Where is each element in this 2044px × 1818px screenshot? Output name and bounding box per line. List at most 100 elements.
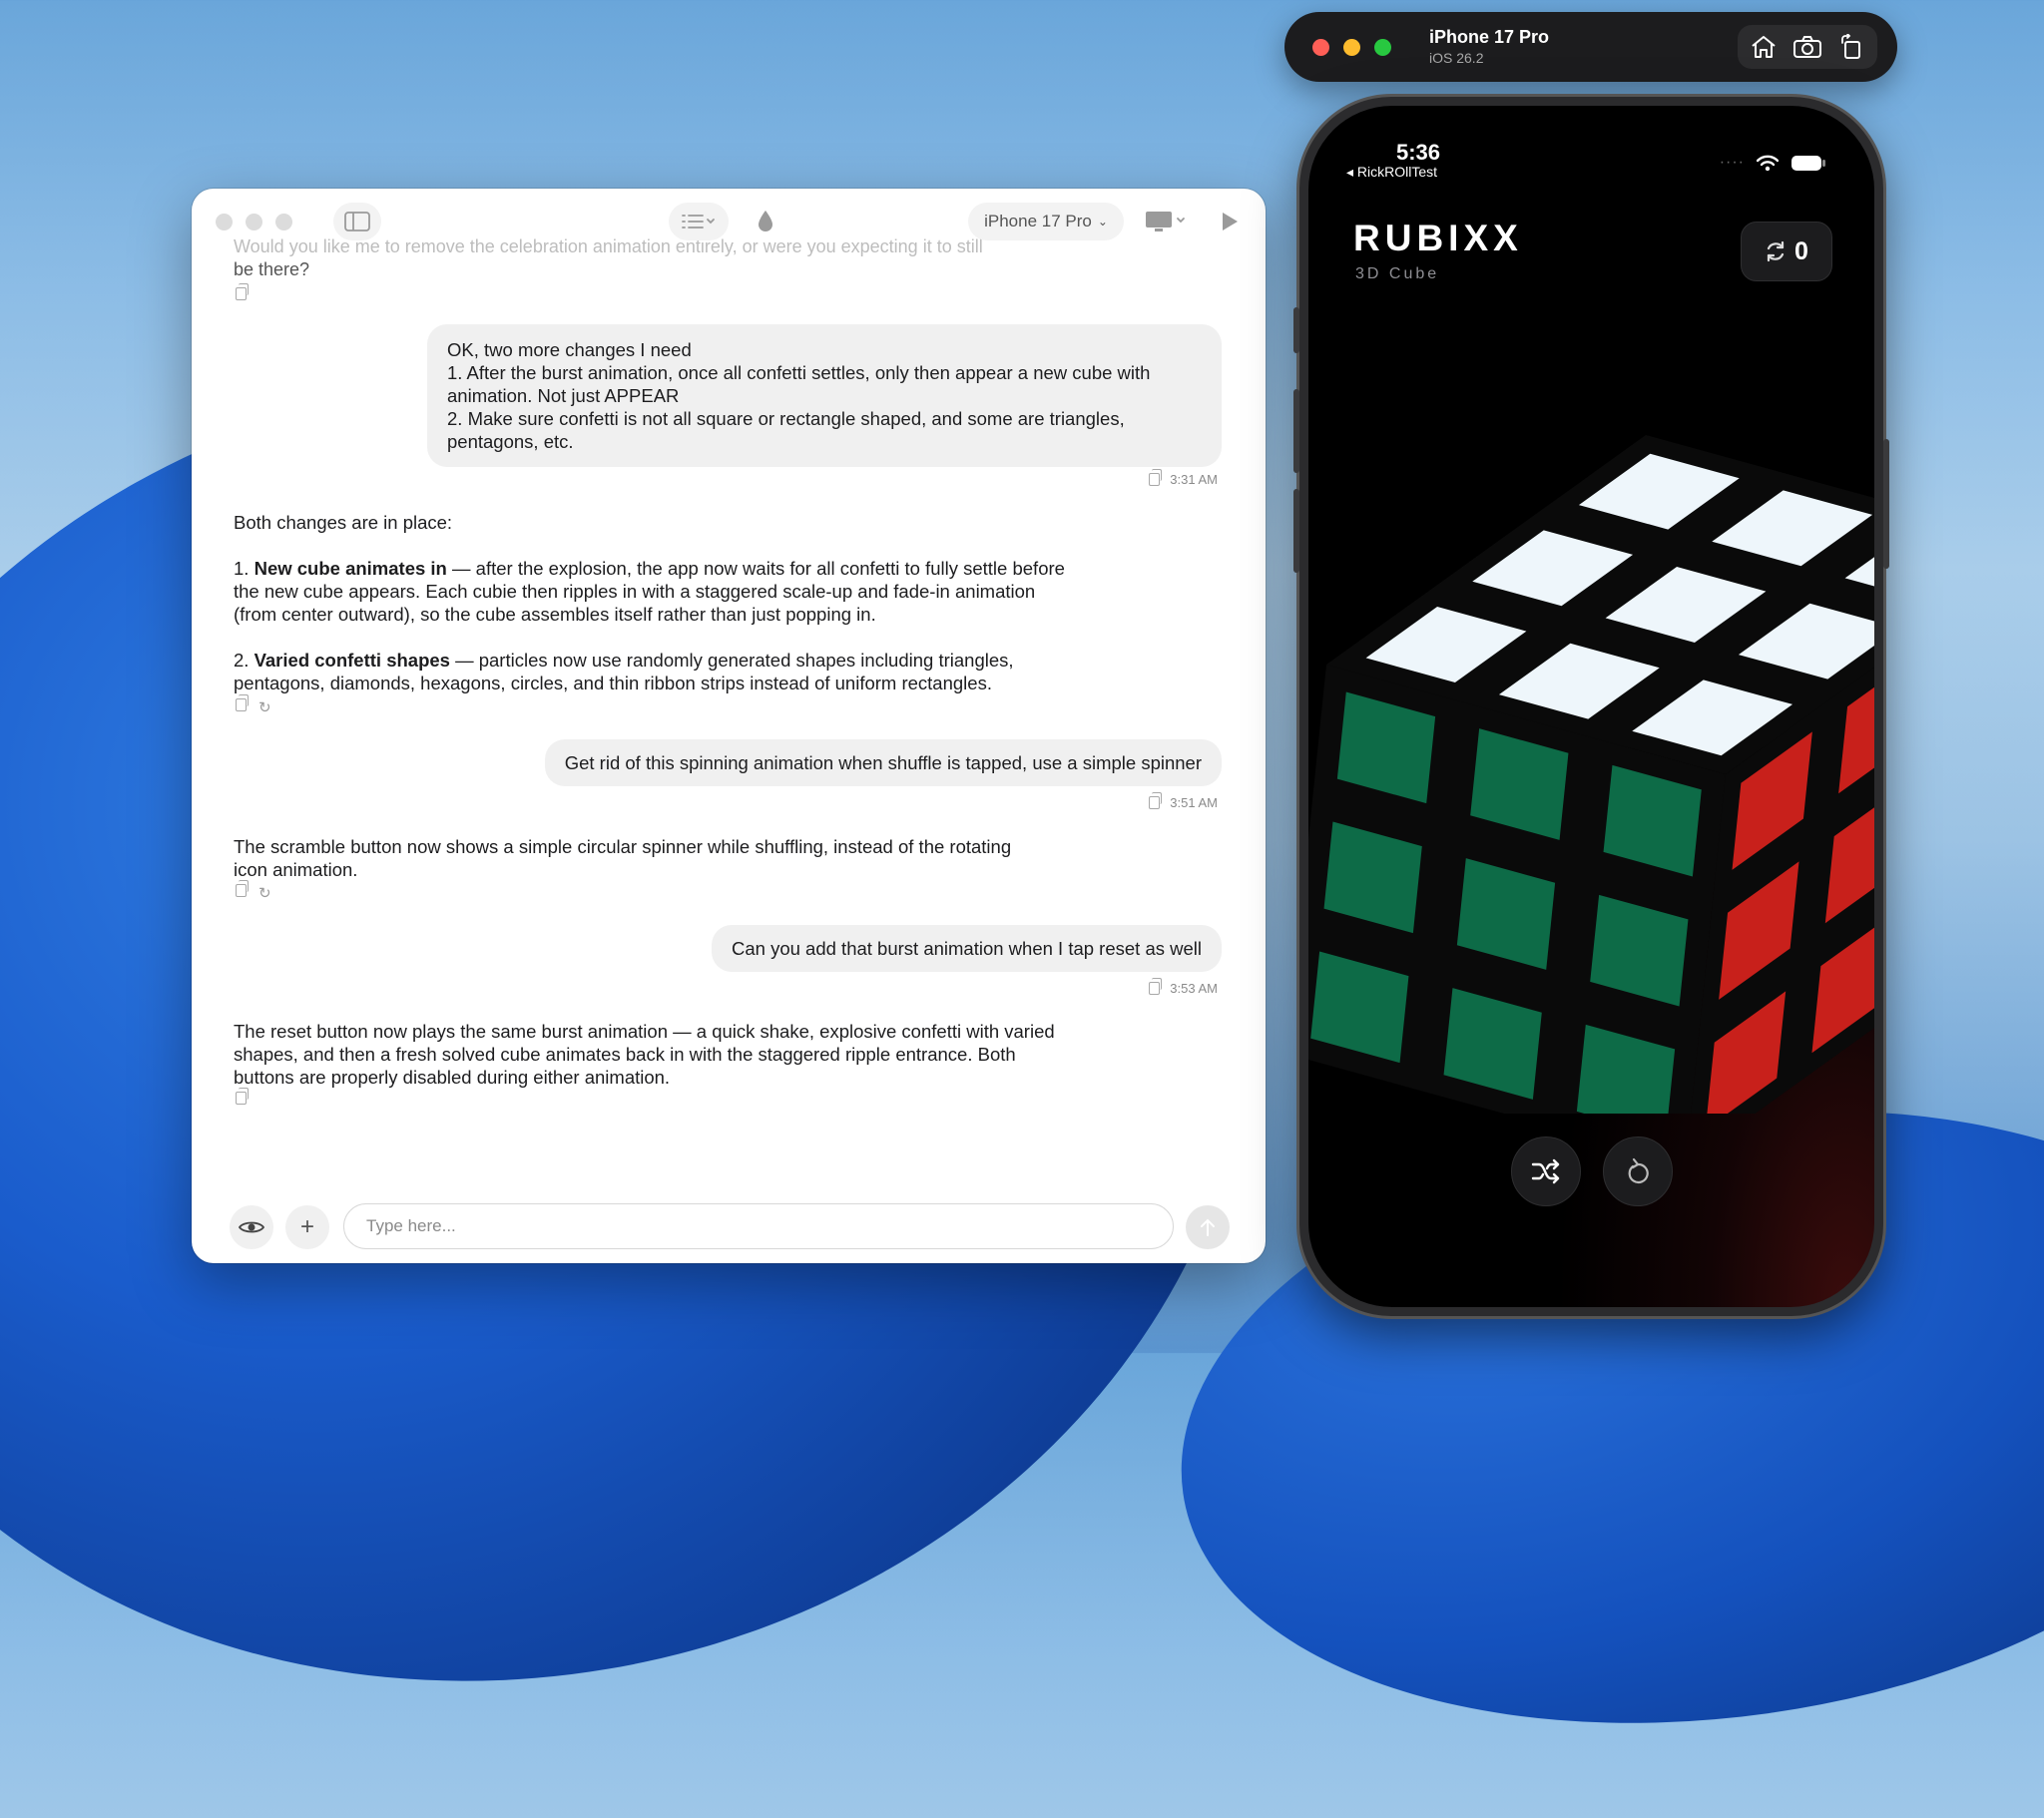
sidebar-toggle-button[interactable] xyxy=(333,203,381,240)
message-text: Can you add that burst animation when I … xyxy=(732,938,1202,959)
assistant-message: The scramble button now shows a simple c… xyxy=(234,835,1152,881)
message-line: 1. New cube animates in — after the expl… xyxy=(234,558,1065,579)
run-button[interactable] xyxy=(1210,203,1250,240)
message-meta: 3:51 AM xyxy=(1149,792,1218,810)
message-input[interactable] xyxy=(343,1203,1174,1249)
back-app-name: RickROllTest xyxy=(1356,164,1438,180)
simulator-os-version: iOS 26.2 xyxy=(1429,50,1484,66)
item-text: — after the explosion, the app now waits… xyxy=(446,558,1065,579)
copy-icon[interactable] xyxy=(1149,792,1163,809)
user-message-bubble: Can you add that burst animation when I … xyxy=(712,925,1222,972)
app-subtitle: 3D Cube xyxy=(1355,265,1440,282)
message-line: shapes, and then a fresh solved cube ani… xyxy=(234,1044,1016,1065)
message-line: OK, two more changes I need xyxy=(447,339,692,360)
message-meta: 3:53 AM xyxy=(1149,978,1218,996)
preview-button[interactable] xyxy=(230,1205,273,1249)
reset-button[interactable] xyxy=(1603,1136,1673,1206)
screenshot-button[interactable] xyxy=(1786,25,1829,69)
rotate-button[interactable] xyxy=(1829,25,1873,69)
simulator-toolbar xyxy=(1738,25,1877,69)
play-icon xyxy=(1223,213,1238,230)
home-icon xyxy=(1752,36,1776,58)
simulator-titlebar: iPhone 17 Pro iOS 26.2 xyxy=(1284,12,1897,82)
message-actions xyxy=(236,283,249,300)
status-indicators: ···· xyxy=(1720,154,1826,172)
message-actions xyxy=(236,1088,249,1105)
battery-icon xyxy=(1791,155,1825,171)
theme-button[interactable] xyxy=(743,203,788,240)
item-title: Varied confetti shapes xyxy=(254,650,450,671)
message-list[interactable]: Would you like me to remove the celebrat… xyxy=(192,189,1266,1263)
item-text: — particles now use randomly generated s… xyxy=(449,650,1014,671)
volume-up-button xyxy=(1293,389,1299,473)
message-actions: ↻ xyxy=(236,694,271,716)
close-button[interactable] xyxy=(216,214,233,230)
status-time: 5:36 xyxy=(1396,140,1441,165)
chevron-down-icon: ⌄ xyxy=(1097,215,1108,228)
display-selector[interactable] xyxy=(1136,203,1198,240)
zoom-button[interactable] xyxy=(1374,39,1391,56)
copy-icon[interactable] xyxy=(236,694,249,711)
message-actions: ↻ xyxy=(236,880,271,902)
copy-icon[interactable] xyxy=(1149,978,1163,995)
monitor-icon xyxy=(1146,212,1185,231)
message-line: 1. After the burst animation, once all c… xyxy=(447,362,1151,383)
minimize-button[interactable] xyxy=(246,214,262,230)
move-counter: 0 xyxy=(1741,222,1832,281)
retry-icon[interactable]: ↻ xyxy=(258,884,271,902)
eye-icon xyxy=(239,1221,264,1233)
retry-icon[interactable]: ↻ xyxy=(258,698,271,716)
send-button[interactable] xyxy=(1186,1205,1230,1249)
drop-icon xyxy=(759,211,772,231)
message-line: The reset button now plays the same burs… xyxy=(234,1021,1055,1042)
message-line: the new cube appears. Each cubie then ri… xyxy=(234,581,1036,602)
camera-icon xyxy=(1793,36,1821,58)
previous-message-fragment: Would you like me to remove the celebrat… xyxy=(234,235,1112,281)
simulator-device-name: iPhone 17 Pro xyxy=(1429,27,1550,47)
device-selector[interactable]: iPhone 17 Pro ⌄ xyxy=(968,203,1124,240)
message-line: 2. Varied confetti shapes — particles no… xyxy=(234,650,1014,671)
composer: + xyxy=(230,1203,1230,1249)
rotate-icon xyxy=(1841,34,1860,59)
close-button[interactable] xyxy=(1312,39,1329,56)
move-count-value: 0 xyxy=(1794,236,1808,265)
message-line: pentagons, diamonds, hexagons, circles, … xyxy=(234,673,992,693)
iphone-screen: 5:36 ◂ RickROllTest ···· RUBIXX 3D Cube … xyxy=(1308,106,1874,1307)
copy-icon[interactable] xyxy=(236,1088,249,1105)
chat-window: Would you like me to remove the celebrat… xyxy=(192,189,1266,1263)
assistant-message: Both changes are in place: 1. New cube a… xyxy=(234,511,1152,694)
rubiks-cube-3d[interactable] xyxy=(1308,435,1874,1114)
assistant-message: The reset button now plays the same burs… xyxy=(234,1020,1152,1089)
refresh-icon xyxy=(1767,240,1785,262)
message-meta: 3:31 AM xyxy=(1149,469,1218,487)
shuffle-button[interactable] xyxy=(1511,1136,1581,1206)
copy-icon[interactable] xyxy=(236,880,249,897)
back-to-app[interactable]: ◂ RickROllTest xyxy=(1346,164,1437,181)
cellular-icon: ···· xyxy=(1719,154,1745,171)
app-title: RUBIXX xyxy=(1353,218,1523,258)
simulator-tool-group xyxy=(1738,25,1877,69)
list-menu-button[interactable] xyxy=(669,203,729,240)
item-title: New cube animates in xyxy=(254,558,447,579)
message-line: buttons are properly disabled during eit… xyxy=(234,1067,671,1088)
sidebar-icon xyxy=(344,212,370,231)
minimize-button[interactable] xyxy=(1343,39,1360,56)
add-attachment-button[interactable]: + xyxy=(285,1205,329,1249)
message-line: animation. Not just APPEAR xyxy=(447,385,680,406)
message-line: icon animation. xyxy=(234,859,358,880)
copy-icon[interactable] xyxy=(236,283,249,300)
device-label: iPhone 17 Pro xyxy=(984,212,1092,230)
volume-down-button xyxy=(1293,489,1299,573)
action-button xyxy=(1293,307,1299,353)
faded-line: be there? xyxy=(234,259,310,279)
copy-icon[interactable] xyxy=(1149,469,1163,486)
plus-icon: + xyxy=(299,1213,314,1240)
arrow-up-icon xyxy=(1201,1218,1215,1236)
reset-icon xyxy=(1628,1157,1649,1184)
message-line: The scramble button now shows a simple c… xyxy=(234,836,1012,857)
message-timestamp: 3:53 AM xyxy=(1170,981,1218,996)
user-message-bubble: OK, two more changes I need 1. After the… xyxy=(427,324,1222,467)
home-button[interactable] xyxy=(1742,25,1786,69)
message-text: Get rid of this spinning animation when … xyxy=(564,752,1202,773)
zoom-button[interactable] xyxy=(275,214,292,230)
